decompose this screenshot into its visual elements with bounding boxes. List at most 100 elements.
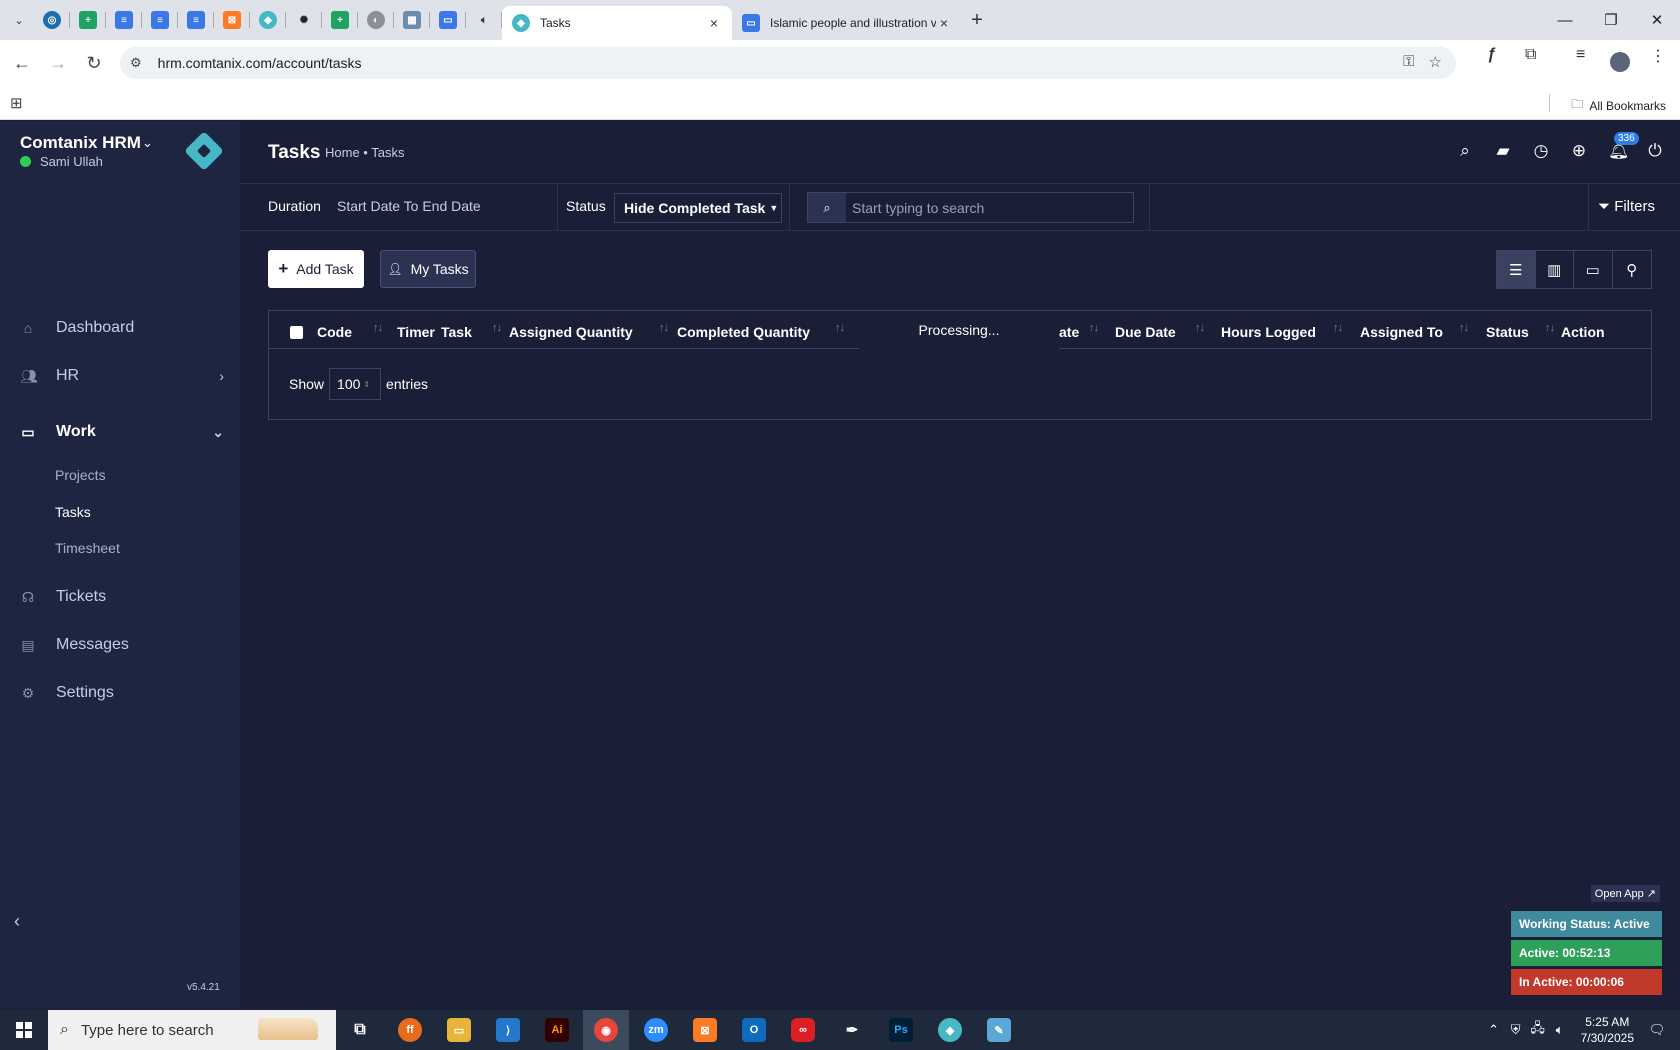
sidebar-item-tickets[interactable]: ☊ Tickets (0, 577, 240, 617)
sort-icon[interactable]: ↑↓ (492, 322, 502, 334)
chevron-up-icon[interactable]: ⌃ (1483, 1022, 1505, 1038)
sidebar-subitem-projects[interactable]: Projects (55, 467, 106, 483)
kanban-view-icon[interactable]: ▥ (1536, 251, 1574, 288)
column-header-status[interactable]: Status (1486, 324, 1529, 340)
column-header-assigned-quantity[interactable]: Assigned Quantity (509, 324, 633, 340)
xampp-icon[interactable]: ⊠ (693, 1018, 717, 1042)
pen-tool-icon[interactable]: ✒ (840, 1018, 864, 1042)
search-input[interactable] (846, 193, 1133, 222)
pinned-tab-docs[interactable]: ≡ (106, 0, 142, 40)
pinned-tab-qr[interactable]: ▦ (394, 0, 430, 40)
pinned-tab-docs[interactable]: ≡ (142, 0, 178, 40)
vscode-icon[interactable]: ⟩ (496, 1018, 520, 1042)
new-tab-button[interactable]: + (962, 9, 992, 32)
pinned-tab-xampp[interactable]: ⊠ (214, 0, 250, 40)
file-explorer-icon[interactable]: ▭ (447, 1018, 471, 1042)
minimize-button[interactable]: — (1542, 0, 1588, 40)
chrome-icon[interactable]: ◉ (594, 1018, 618, 1042)
close-icon[interactable]: × (706, 15, 722, 31)
sort-icon[interactable]: ↑↓ (1195, 322, 1205, 334)
pinned-tab-sheets[interactable]: + (322, 0, 358, 40)
sort-icon[interactable]: ↑↓ (1333, 322, 1343, 334)
puzzle-icon[interactable]: ⧉ (1525, 46, 1536, 64)
column-header-start-date[interactable]: ate (1059, 324, 1079, 340)
network-icon[interactable]: 🖧︎ (1527, 1019, 1549, 1041)
pinned-tab-forms[interactable]: ▭ (430, 0, 466, 40)
sort-icon[interactable]: ↑↓ (659, 322, 669, 334)
media-icon[interactable]: ≡ (1576, 46, 1585, 64)
calendar-view-icon[interactable]: ▭ (1574, 251, 1613, 288)
open-app-button[interactable]: Open App ↗ (1590, 885, 1660, 902)
sidebar-item-dashboard[interactable]: ⌂ Dashboard (0, 308, 240, 348)
app-logo-icon[interactable] (184, 131, 224, 171)
sidebar-item-hr[interactable]: 👥︎ HR › (0, 356, 240, 396)
bell-icon[interactable]: 🔔︎ 336 (1608, 132, 1639, 161)
sort-icon[interactable]: ↑↓ (1089, 322, 1099, 334)
power-icon[interactable]: ⏻ (1646, 141, 1664, 161)
sticky-note-icon[interactable]: ▰ (1494, 141, 1512, 161)
firefox-icon[interactable]: ff (398, 1018, 422, 1042)
search-icon[interactable]: ⌕ (808, 193, 846, 222)
illustrator-icon[interactable]: Ai (545, 1018, 569, 1042)
security-icon[interactable]: ⛨ (1505, 1022, 1527, 1038)
notification-center-icon[interactable]: 🗨︎ (1646, 1022, 1668, 1038)
sort-icon[interactable]: ↑↓ (1545, 322, 1555, 334)
bookmark-star-icon[interactable]: ☆ (1429, 53, 1442, 71)
chevron-down-icon[interactable]: ⌄ (142, 135, 153, 151)
tab-islamic-people[interactable]: ▭ Islamic people and illustration v × (732, 6, 962, 40)
column-header-timer[interactable]: Timer (397, 324, 435, 340)
add-task-button[interactable]: + Add Task (268, 250, 364, 288)
reload-button[interactable]: ↻ (76, 45, 112, 81)
list-view-icon[interactable]: ☰ (1497, 251, 1536, 288)
pinned-tab-comtanix[interactable]: ◆ (250, 0, 286, 40)
zoom-icon[interactable]: zm (644, 1018, 668, 1042)
tab-search-chevron-icon[interactable]: ⌄ (4, 5, 34, 35)
pinned-tab-docs[interactable]: ≡ (178, 0, 214, 40)
column-header-code[interactable]: Code (317, 324, 352, 340)
pinned-tab-vpn[interactable]: ◎ (34, 0, 70, 40)
entries-select[interactable]: 100 ⇕ (329, 368, 382, 400)
sidebar-item-messages[interactable]: ▤ Messages (0, 625, 240, 665)
pinned-tab-openai[interactable]: ✺ (286, 0, 322, 40)
pinned-tab-globe[interactable]: ◐ (358, 0, 394, 40)
volume-icon[interactable]: 🔈︎ (1549, 1022, 1571, 1038)
sidebar-subitem-timesheet[interactable]: Timesheet (55, 540, 120, 556)
back-button[interactable]: ← (4, 45, 40, 81)
extension-icon[interactable]: ƒ (1487, 46, 1496, 64)
column-header-assigned-to[interactable]: Assigned To (1360, 324, 1443, 340)
window-close-button[interactable]: ✕ (1634, 0, 1680, 40)
comtanix-app-icon[interactable]: ◆ (938, 1018, 962, 1042)
filters-button[interactable]: ⏷ Filters (1598, 198, 1655, 215)
restore-button[interactable]: ❐ (1588, 0, 1634, 40)
clock-icon[interactable]: ◷ (1532, 141, 1550, 161)
sidebar-item-settings[interactable]: ⚙ Settings (0, 673, 240, 713)
breadcrumb[interactable]: Home • Tasks (325, 145, 404, 160)
pin-icon[interactable]: ⚲ (1613, 251, 1651, 288)
collapse-sidebar-icon[interactable]: ‹ (14, 911, 20, 932)
notepad-icon[interactable]: ✎ (987, 1018, 1011, 1042)
creative-cloud-icon[interactable]: ∞ (791, 1018, 815, 1042)
sidebar-subitem-tasks[interactable]: Tasks (55, 504, 91, 520)
select-all-checkbox[interactable] (290, 326, 303, 339)
pinned-tab-audio[interactable]: 🔈︎ (466, 0, 502, 40)
outlook-icon[interactable]: O (742, 1018, 766, 1042)
forward-button[interactable]: → (40, 45, 76, 81)
sort-icon[interactable]: ↑↓ (1459, 322, 1469, 334)
avatar[interactable] (1610, 52, 1630, 72)
brand-name[interactable]: Comtanix HRM (20, 133, 141, 153)
key-icon[interactable]: ⚿ (1403, 53, 1414, 71)
more-icon[interactable]: ⋮ (1650, 46, 1666, 66)
duration-range[interactable]: Start Date To End Date (337, 198, 481, 214)
clock[interactable]: 5:25 AM 7/30/2025 (1581, 1014, 1634, 1046)
sort-icon[interactable]: ↑↓ (373, 322, 383, 334)
plus-circle-icon[interactable]: ⊕ (1570, 141, 1588, 161)
pinned-tab-sheets[interactable]: + (70, 0, 106, 40)
sort-icon[interactable]: ↑↓ (835, 322, 845, 334)
search-icon[interactable]: ⌕ (1456, 141, 1474, 161)
column-header-hours-logged[interactable]: Hours Logged (1221, 324, 1316, 340)
close-icon[interactable]: × (936, 15, 952, 31)
column-header-due-date[interactable]: Due Date (1115, 324, 1176, 340)
tab-tasks[interactable]: ◆ Tasks × (502, 6, 732, 40)
sidebar-item-work[interactable]: ▭ Work ⌄ (0, 412, 240, 452)
status-select[interactable]: Hide Completed Task ▼ (614, 193, 782, 223)
